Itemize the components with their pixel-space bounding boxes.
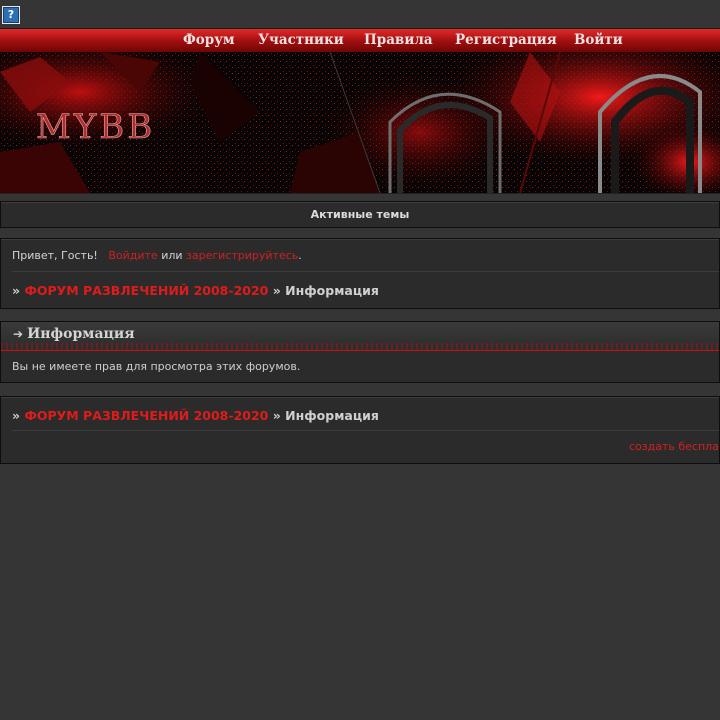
info-title-text: Информация [27,326,135,342]
login-link[interactable]: Войдите [108,249,157,262]
header-banner[interactable]: MYBB [0,52,720,194]
period-text: . [298,249,302,262]
welcome-line: Привет, Гость! Войдите или зарегистрируй… [12,249,302,262]
question-mark-icon[interactable]: ? [2,6,20,24]
divider [12,430,719,431]
guest-greeting: Привет, Гость! [12,249,98,262]
page: ? Форум Участники Правила Регистрация Во… [0,0,720,720]
breadcrumb-prefix: » [12,408,21,423]
footer-breadcrumb: » ФОРУМ РАЗВЛЕЧЕНИЙ 2008-2020 » Информац… [12,408,379,423]
divider [12,271,719,272]
breadcrumb-current: Информация [285,283,379,298]
breadcrumb-forum-link[interactable]: ФОРУМ РАЗВЛЕЧЕНИЙ 2008-2020 [24,408,268,423]
info-panel: ➔ Информация Вы не имеете прав для просмо… [0,321,720,383]
create-forum-link[interactable]: создать беспла [629,440,719,453]
info-header: ➔ Информация [1,322,719,351]
banner-logo-text: MYBB [36,107,155,147]
register-link[interactable]: зарегистрируйтесь [186,249,298,262]
nav-register-link[interactable]: Регистрация [455,29,557,52]
nav-login-link[interactable]: Войти [574,29,623,52]
nav-rules-link[interactable]: Правила [364,29,433,52]
breadcrumb-separator: » [272,283,281,298]
breadcrumb: » ФОРУМ РАЗВЛЕЧЕНИЙ 2008-2020 » Информац… [12,283,379,298]
main-navigation: Форум Участники Правила Регистрация Войт… [0,28,720,53]
info-title: ➔ Информация [13,326,135,342]
info-message: Вы не имеете прав для просмотра этих фор… [12,360,301,373]
breadcrumb-separator: » [272,408,281,423]
or-text: или [161,249,183,262]
breadcrumb-forum-link[interactable]: ФОРУМ РАЗВЛЕЧЕНИЙ 2008-2020 [24,283,268,298]
nav-members-link[interactable]: Участники [258,29,344,52]
footer-panel: » ФОРУМ РАЗВЛЕЧЕНИЙ 2008-2020 » Информац… [0,396,720,464]
arrow-right-icon: ➔ [13,327,24,341]
active-topics-link[interactable]: Активные темы [0,201,720,228]
breadcrumb-prefix: » [12,283,21,298]
top-bar: ? [0,0,720,28]
nav-forum-link[interactable]: Форум [183,29,235,52]
breadcrumb-current: Информация [285,408,379,423]
welcome-panel: Привет, Гость! Войдите или зарегистрируй… [0,238,720,309]
banner-artwork: MYBB [0,52,720,193]
